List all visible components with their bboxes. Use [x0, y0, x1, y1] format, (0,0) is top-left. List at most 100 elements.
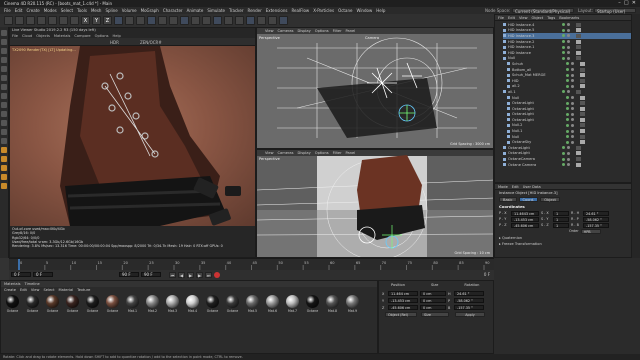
object-menu-tags[interactable]: Tags — [547, 16, 555, 20]
cube-icon[interactable] — [158, 16, 167, 25]
tag-icon[interactable] — [580, 101, 585, 106]
render-settings-icon[interactable] — [147, 16, 156, 25]
tag-icon[interactable] — [576, 22, 581, 27]
material-item[interactable]: Mat.4 — [184, 295, 201, 313]
visibility-dot-icon[interactable] — [562, 163, 565, 167]
material-item[interactable]: Octane — [204, 295, 221, 313]
model-mode-icon[interactable] — [1, 30, 7, 36]
tag-icon[interactable] — [576, 50, 581, 55]
scale-field[interactable]: 1 — [553, 222, 569, 228]
render-dot-icon[interactable] — [567, 90, 570, 94]
visibility-dot-icon[interactable] — [562, 90, 565, 94]
visibility-dot-icon[interactable] — [562, 23, 565, 27]
render-dot-icon[interactable] — [571, 123, 574, 127]
scale-field[interactable]: 1 — [553, 210, 569, 216]
pen-icon[interactable] — [169, 16, 178, 25]
go-end-button[interactable]: ⏭ — [205, 272, 212, 278]
menu-animate[interactable]: Animate — [187, 8, 204, 13]
redo-icon[interactable] — [15, 16, 24, 25]
render-dot-icon[interactable] — [571, 79, 574, 83]
tag-icon[interactable] — [580, 129, 585, 134]
live-viewer-menu-cloud[interactable]: Cloud — [22, 34, 32, 38]
render-dot-icon[interactable] — [567, 40, 570, 44]
light-icon[interactable] — [246, 16, 255, 25]
solo-icon[interactable] — [1, 120, 7, 126]
texture-mode-icon[interactable] — [1, 39, 7, 45]
visibility-dot-icon[interactable] — [566, 112, 569, 116]
tag-icon[interactable] — [580, 84, 585, 89]
menu-select[interactable]: Select — [61, 8, 73, 13]
material-item[interactable]: Mat.7 — [284, 295, 301, 313]
menu-window[interactable]: Window — [356, 8, 372, 13]
material-menu-view[interactable]: View — [31, 288, 40, 292]
render-dot-icon[interactable] — [567, 151, 570, 155]
visibility-dot-icon[interactable] — [566, 96, 569, 100]
extrude-icon[interactable] — [202, 16, 211, 25]
render-dot-icon[interactable] — [571, 73, 574, 77]
axis-x-toggle[interactable]: X — [81, 16, 90, 25]
menu-octane[interactable]: Octane — [338, 8, 352, 13]
material-item[interactable]: Octane — [64, 295, 81, 313]
material-item[interactable]: Mat.2 — [144, 295, 161, 313]
uv-mode-icon[interactable] — [1, 84, 7, 90]
visibility-dot-icon[interactable] — [566, 101, 569, 105]
coord-rotation-field[interactable]: -157.35 ° — [454, 305, 484, 310]
render-dot-icon[interactable] — [571, 96, 574, 100]
material-item[interactable]: Mat.1 — [124, 295, 141, 313]
coord-size-field[interactable]: 0 cm — [420, 305, 446, 310]
tag-icon[interactable] — [576, 33, 581, 38]
octane-live-icon[interactable] — [1, 165, 7, 171]
axis-z-toggle[interactable]: Z — [103, 16, 112, 25]
play-button[interactable]: ▶ — [187, 272, 194, 278]
array-icon[interactable] — [191, 16, 200, 25]
render-picture-icon[interactable] — [136, 16, 145, 25]
material-item[interactable]: Octane — [44, 295, 61, 313]
right-edge-tabs[interactable] — [632, 14, 640, 258]
render-view-icon[interactable] — [125, 16, 134, 25]
tag-icon[interactable] — [576, 151, 581, 156]
freeze-section[interactable]: ▸ Freeze Transformation — [499, 242, 542, 246]
tag-icon[interactable] — [576, 157, 581, 162]
tag-icon[interactable] — [576, 89, 581, 94]
menu-mograph[interactable]: MoGraph — [141, 8, 159, 13]
visibility-dot-icon[interactable] — [562, 157, 565, 161]
attributes-tab-basic[interactable]: Basic — [499, 197, 517, 202]
menu-file[interactable]: File — [4, 8, 11, 13]
attributes-tab-object[interactable]: Object — [540, 197, 560, 202]
ratio-label[interactable]: ZEN/OCR# — [140, 40, 162, 45]
tag-icon[interactable] — [580, 78, 585, 83]
visibility-dot-icon[interactable] — [566, 135, 569, 139]
sculpt-icon[interactable] — [1, 138, 7, 144]
object-menu-object[interactable]: Object — [532, 16, 544, 20]
object-menu-bookmarks[interactable]: Bookmarks — [559, 16, 579, 20]
menu-create[interactable]: Create — [26, 8, 39, 13]
pos-field[interactable]: -13.453 cm — [511, 216, 539, 222]
visibility-dot-icon[interactable] — [566, 79, 569, 83]
attributes-menu-mode[interactable]: Mode — [498, 185, 508, 189]
coord-mode-select[interactable]: Object (Rel) — [385, 312, 417, 317]
material-item[interactable]: Octane — [304, 295, 321, 313]
render-dot-icon[interactable] — [567, 23, 570, 27]
render-dot-icon[interactable] — [567, 45, 570, 49]
coord-size-field[interactable]: 0 cm — [420, 298, 446, 303]
record-button[interactable] — [214, 272, 220, 278]
tag-icon[interactable] — [580, 140, 585, 145]
tag-icon[interactable] — [576, 56, 581, 61]
visibility-dot-icon[interactable] — [562, 40, 565, 44]
frame-start-field[interactable]: 0 F — [11, 272, 31, 277]
subdivision-icon[interactable] — [180, 16, 189, 25]
live-viewer-menu-materials[interactable]: Materials — [54, 34, 70, 38]
object-menu-view[interactable]: View — [519, 16, 528, 20]
edges-mode-icon[interactable] — [1, 66, 7, 72]
viewport-top[interactable]: View Cameras Display Options Filter Panel Per… — [256, 27, 494, 149]
material-item[interactable]: Mat.6 — [264, 295, 281, 313]
realflow-icon[interactable] — [268, 16, 277, 25]
material-menu-select[interactable]: Select — [43, 288, 54, 292]
tag-icon[interactable] — [580, 73, 585, 78]
apply-button[interactable]: Apply — [455, 312, 485, 317]
tag-icon[interactable] — [576, 28, 581, 33]
coord-system-icon[interactable] — [114, 16, 123, 25]
material-item[interactable]: Octane — [4, 295, 21, 313]
render-dot-icon[interactable] — [571, 62, 574, 66]
menu-tools[interactable]: Tools — [77, 8, 87, 13]
